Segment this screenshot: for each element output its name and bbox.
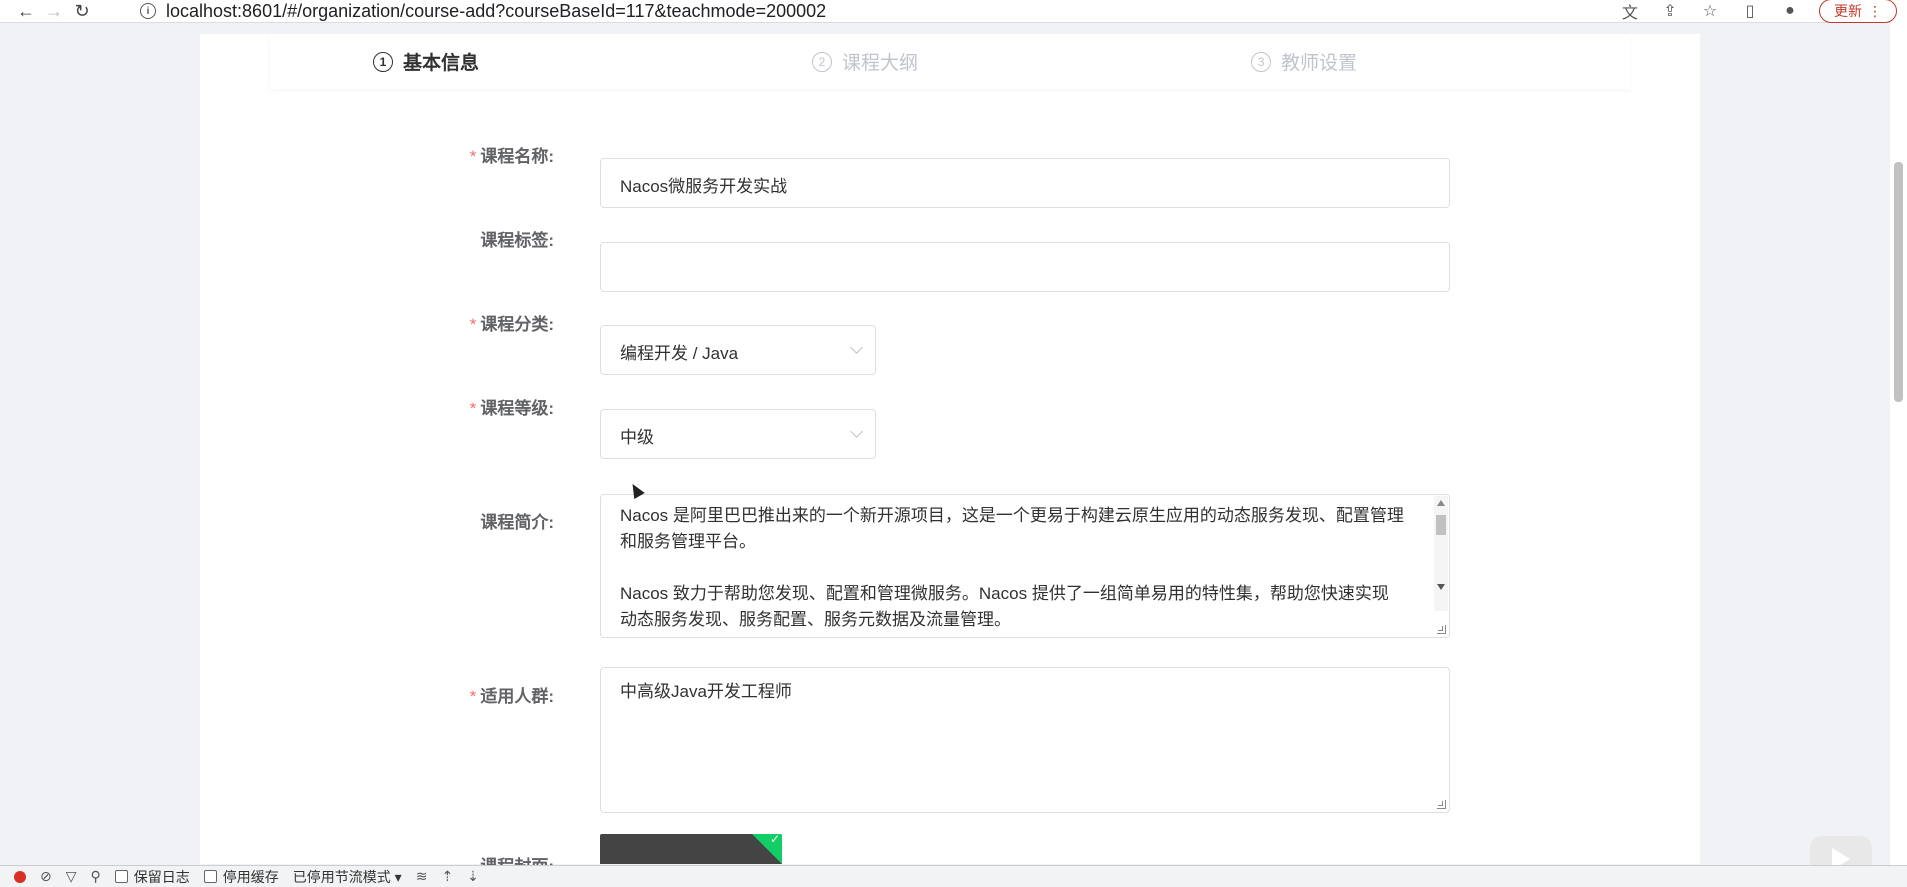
- checkbox-box[interactable]: [203, 870, 217, 883]
- step-syllabus[interactable]: 2 课程大纲: [812, 48, 918, 75]
- audience-label: * 适用人群:: [469, 687, 554, 706]
- side-panel-icon[interactable]: ▯: [1739, 0, 1761, 22]
- throttle-select[interactable]: 已停用节流模式 ▾: [293, 867, 402, 887]
- devtools-network-toolbar: ⊘ ▽ ⚲ 保留日志 停用缓存 已停用节流模式 ▾ ≋ ⇡ ⇣: [0, 865, 1907, 887]
- intro-text: Nacos 是阿里巴巴推出来的一个新开源项目，这是一个更易于构建云原生应用的动态…: [620, 503, 1405, 633]
- clear-icon[interactable]: ⊘: [40, 868, 52, 885]
- course-form-card: 1 基本信息 2 课程大纲 3 教师设置 * 课程名称: Nacos微服务开发实战…: [200, 34, 1700, 876]
- course-name-label: * 课程名称:: [469, 147, 554, 166]
- reload-icon[interactable]: ↻: [68, 0, 96, 22]
- course-category-select[interactable]: 编程开发 / Java: [600, 325, 876, 375]
- browser-toolbar: ← → ↻ i localhost:8601/#/organization/co…: [0, 0, 1907, 23]
- resize-handle-icon[interactable]: [1437, 800, 1446, 809]
- site-info-icon[interactable]: i: [140, 3, 156, 19]
- share-icon[interactable]: ⇪: [1659, 0, 1681, 22]
- scroll-down-icon[interactable]: [1437, 584, 1445, 590]
- more-menu-icon: ⋮: [1868, 2, 1882, 19]
- textarea-scrollbar[interactable]: [1434, 496, 1448, 611]
- scroll-up-icon[interactable]: [1437, 500, 1445, 506]
- course-tags-input[interactable]: [600, 242, 1450, 292]
- form-row-category: * 课程分类:: [200, 310, 578, 335]
- intro-paragraph-2: Nacos 致力于帮助您发现、配置和管理微服务。Nacos 提供了一组简单易用的…: [620, 584, 1389, 629]
- course-tags-label: 课程标签:: [480, 231, 554, 250]
- resize-handle-icon[interactable]: [1437, 625, 1446, 634]
- form-row-intro: 课程简介:: [200, 508, 578, 533]
- record-icon[interactable]: [14, 870, 26, 883]
- course-grade-select[interactable]: 中级: [600, 409, 876, 459]
- preserve-log-checkbox[interactable]: 保留日志: [114, 867, 190, 887]
- upload-icon[interactable]: ⇡: [441, 868, 453, 885]
- course-intro-textarea[interactable]: Nacos 是阿里巴巴推出来的一个新开源项目，这是一个更易于构建云原生应用的动态…: [600, 494, 1450, 638]
- chevron-down-icon: [850, 341, 863, 354]
- form-row-tags: 课程标签:: [200, 226, 578, 251]
- step-number: 1: [373, 51, 393, 72]
- form-row-name: * 课程名称:: [200, 142, 578, 167]
- search-icon[interactable]: ⚲: [91, 868, 101, 885]
- required-mark: *: [469, 687, 477, 706]
- chevron-down-icon: [850, 425, 863, 438]
- step-label: 教师设置: [1281, 53, 1358, 74]
- required-mark: *: [469, 399, 477, 418]
- form-row-grade: * 课程等级:: [200, 394, 578, 419]
- step-number: 2: [812, 51, 833, 72]
- step-number: 3: [1251, 51, 1272, 72]
- form-row-audience: * 适用人群:: [200, 682, 578, 707]
- forward-icon[interactable]: →: [40, 0, 68, 22]
- course-grade-label: * 课程等级:: [469, 399, 554, 418]
- check-icon: ✓: [769, 834, 780, 846]
- disable-cache-checkbox[interactable]: 停用缓存: [203, 867, 279, 887]
- checkbox-box[interactable]: [114, 870, 128, 883]
- required-mark: *: [469, 147, 477, 166]
- steps-bar: 1 基本信息 2 课程大纲 3 教师设置: [270, 34, 1630, 89]
- update-button[interactable]: 更新 ⋮: [1819, 0, 1897, 23]
- address-bar[interactable]: i localhost:8601/#/organization/course-a…: [140, 0, 826, 22]
- step-basic-info[interactable]: 1 基本信息: [373, 48, 479, 75]
- step-label: 课程大纲: [842, 53, 919, 74]
- step-teacher-settings[interactable]: 3 教师设置: [1251, 48, 1357, 75]
- url-text: localhost:8601/#/organization/course-add…: [166, 0, 827, 21]
- step-label: 基本信息: [403, 53, 480, 74]
- profile-icon[interactable]: ●: [1779, 0, 1801, 22]
- scroll-thumb[interactable]: [1436, 515, 1446, 535]
- download-icon[interactable]: ⇣: [467, 868, 479, 885]
- intro-paragraph-1: Nacos 是阿里巴巴推出来的一个新开源项目，这是一个更易于构建云原生应用的动态…: [620, 506, 1404, 551]
- filter-icon[interactable]: ▽: [66, 868, 77, 885]
- translate-icon[interactable]: 文: [1619, 0, 1641, 22]
- bookmark-star-icon[interactable]: ☆: [1699, 0, 1721, 22]
- course-category-label: * 课程分类:: [469, 315, 554, 334]
- required-mark: *: [469, 315, 477, 334]
- back-icon[interactable]: ←: [12, 0, 40, 22]
- page-scroll-thumb[interactable]: [1894, 162, 1903, 402]
- wifi-icon[interactable]: ≋: [416, 868, 428, 885]
- course-intro-label: 课程简介:: [480, 513, 554, 532]
- course-name-input[interactable]: Nacos微服务开发实战: [600, 158, 1450, 208]
- page-scrollbar[interactable]: [1890, 22, 1907, 865]
- audience-textarea[interactable]: 中高级Java开发工程师: [600, 667, 1450, 813]
- cover-image-upload[interactable]: ✓: [600, 834, 782, 864]
